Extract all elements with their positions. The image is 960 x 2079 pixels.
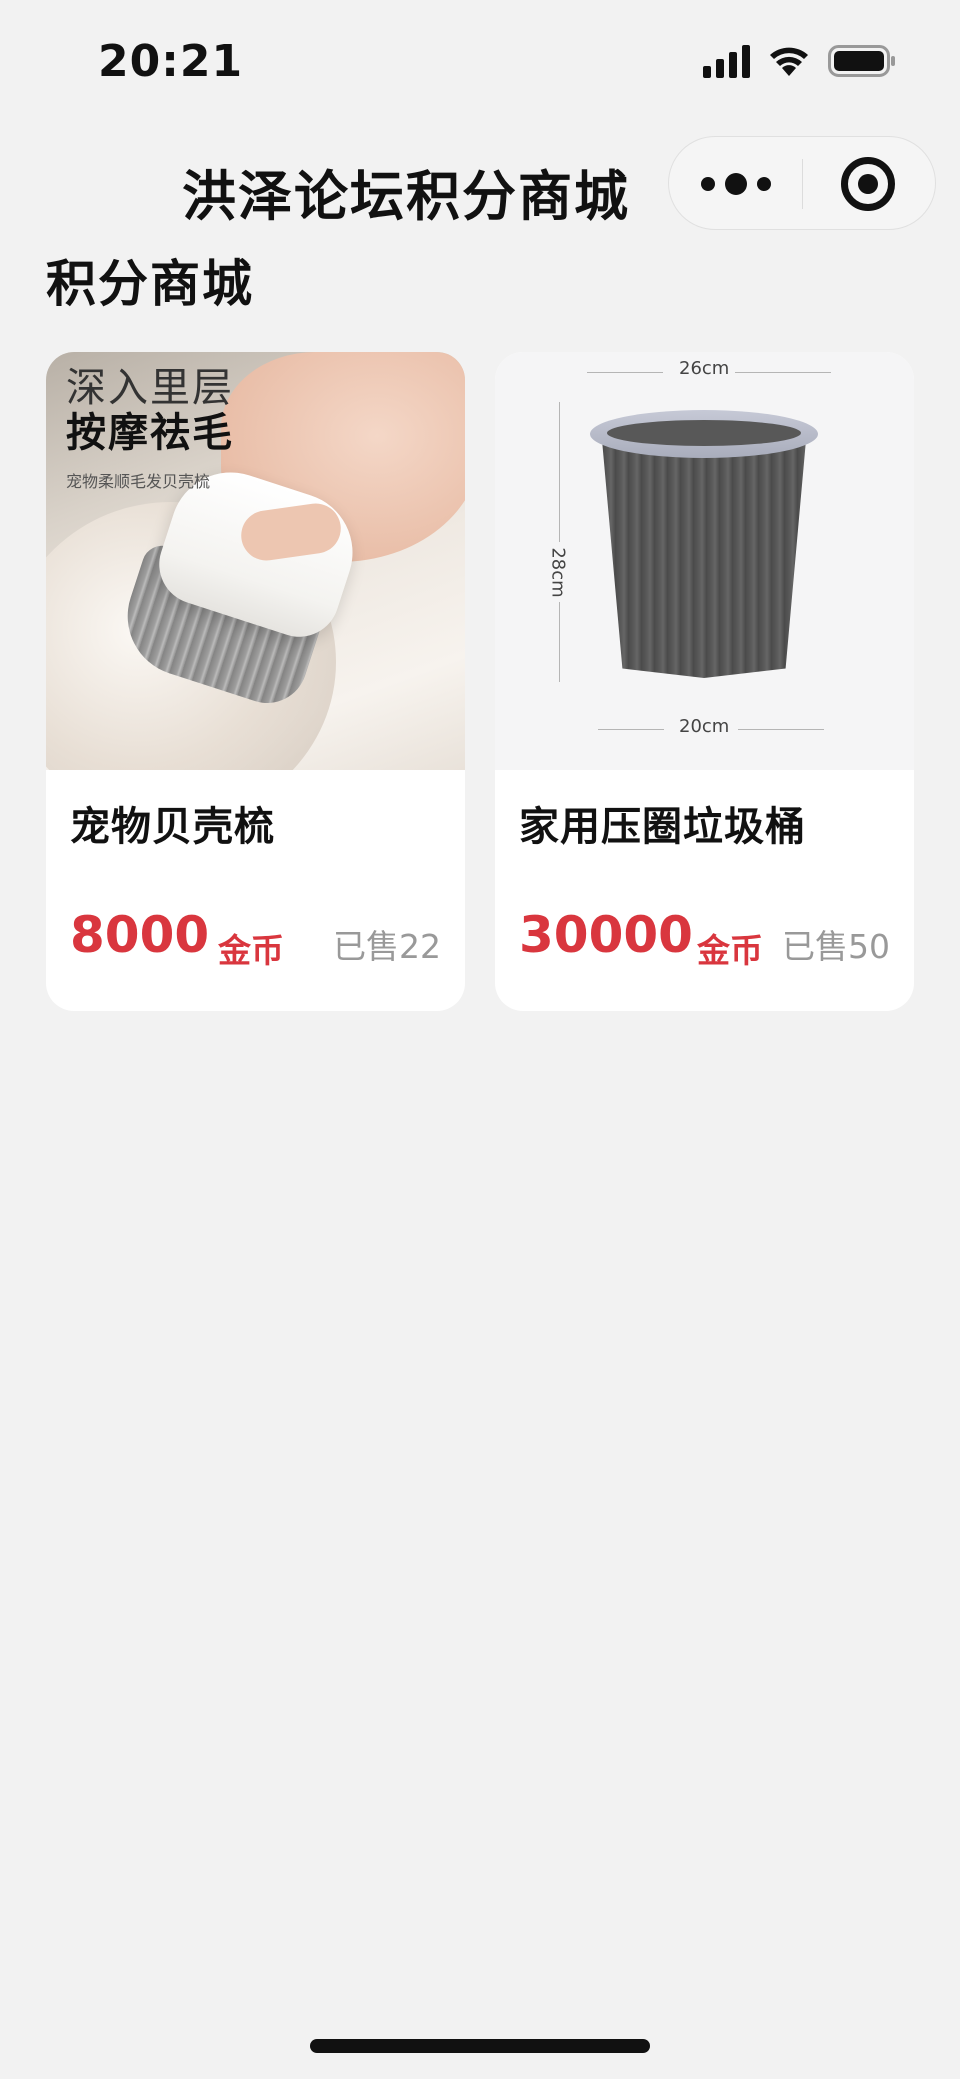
mini-program-capsule	[668, 136, 936, 230]
price-currency: 金币	[218, 931, 284, 970]
product-image-pet-comb[interactable]: 深入里层 按摩祛毛 宠物柔顺毛发贝壳梳	[46, 352, 465, 770]
image-caption: 深入里层 按摩祛毛 宠物柔顺毛发贝壳梳	[66, 366, 234, 492]
more-dots-icon	[701, 177, 715, 191]
product-card-pet-comb[interactable]: 深入里层 按摩祛毛 宠物柔顺毛发贝壳梳 宠物贝壳梳 8000 金币 已售22	[46, 352, 465, 1011]
image-caption-line2: 按摩祛毛	[66, 410, 234, 456]
price-currency: 金币	[697, 931, 763, 970]
status-bar: 20:21	[0, 0, 960, 120]
trash-can-inner	[607, 420, 801, 446]
dimension-line	[587, 372, 663, 373]
dimension-top: 26cm	[679, 358, 730, 379]
trash-can-body	[602, 440, 806, 678]
product-image-trash-can[interactable]: 26cm 28cm 20cm	[495, 352, 914, 770]
dimension-line	[735, 372, 831, 373]
page-title: 洪泽论坛积分商城	[182, 165, 630, 228]
image-caption-line1: 深入里层	[66, 365, 234, 411]
sold-count: 已售50	[782, 927, 890, 966]
price-row: 8000 金币 已售22	[70, 910, 441, 980]
sold-count: 已售22	[333, 927, 441, 966]
home-indicator	[310, 2039, 650, 2053]
more-options-button[interactable]	[701, 171, 771, 197]
product-grid: 深入里层 按摩祛毛 宠物柔顺毛发贝壳梳 宠物贝壳梳 8000 金币 已售22 2…	[46, 352, 914, 1011]
product-price: 8000	[70, 906, 210, 964]
dimension-line	[559, 402, 560, 542]
more-dots-icon	[725, 173, 747, 195]
product-price: 30000	[519, 906, 693, 964]
battery-icon	[828, 45, 895, 77]
dimension-height: 28cm	[547, 547, 569, 598]
close-mini-program-button[interactable]	[841, 157, 895, 211]
dimension-line	[738, 729, 824, 730]
more-dots-icon	[757, 177, 771, 191]
dimension-bottom: 20cm	[679, 716, 730, 737]
product-name: 宠物贝壳梳	[70, 804, 275, 850]
capsule-divider	[802, 159, 803, 209]
nav-bar: 洪泽论坛积分商城	[0, 130, 960, 240]
status-icons	[703, 44, 896, 78]
dimension-line	[559, 602, 560, 682]
dimension-line	[598, 729, 664, 730]
cellular-signal-icon	[703, 44, 750, 78]
wifi-icon	[770, 47, 808, 76]
image-caption-line3: 宠物柔顺毛发贝壳梳	[66, 472, 211, 491]
price-row: 30000 金币 已售50	[519, 910, 890, 980]
product-card-trash-can[interactable]: 26cm 28cm 20cm 家用压圈垃圾桶 30000 金币 已售50	[495, 352, 914, 1011]
product-name: 家用压圈垃圾桶	[519, 804, 806, 850]
status-time: 20:21	[98, 36, 244, 87]
section-title: 积分商城	[46, 255, 254, 313]
